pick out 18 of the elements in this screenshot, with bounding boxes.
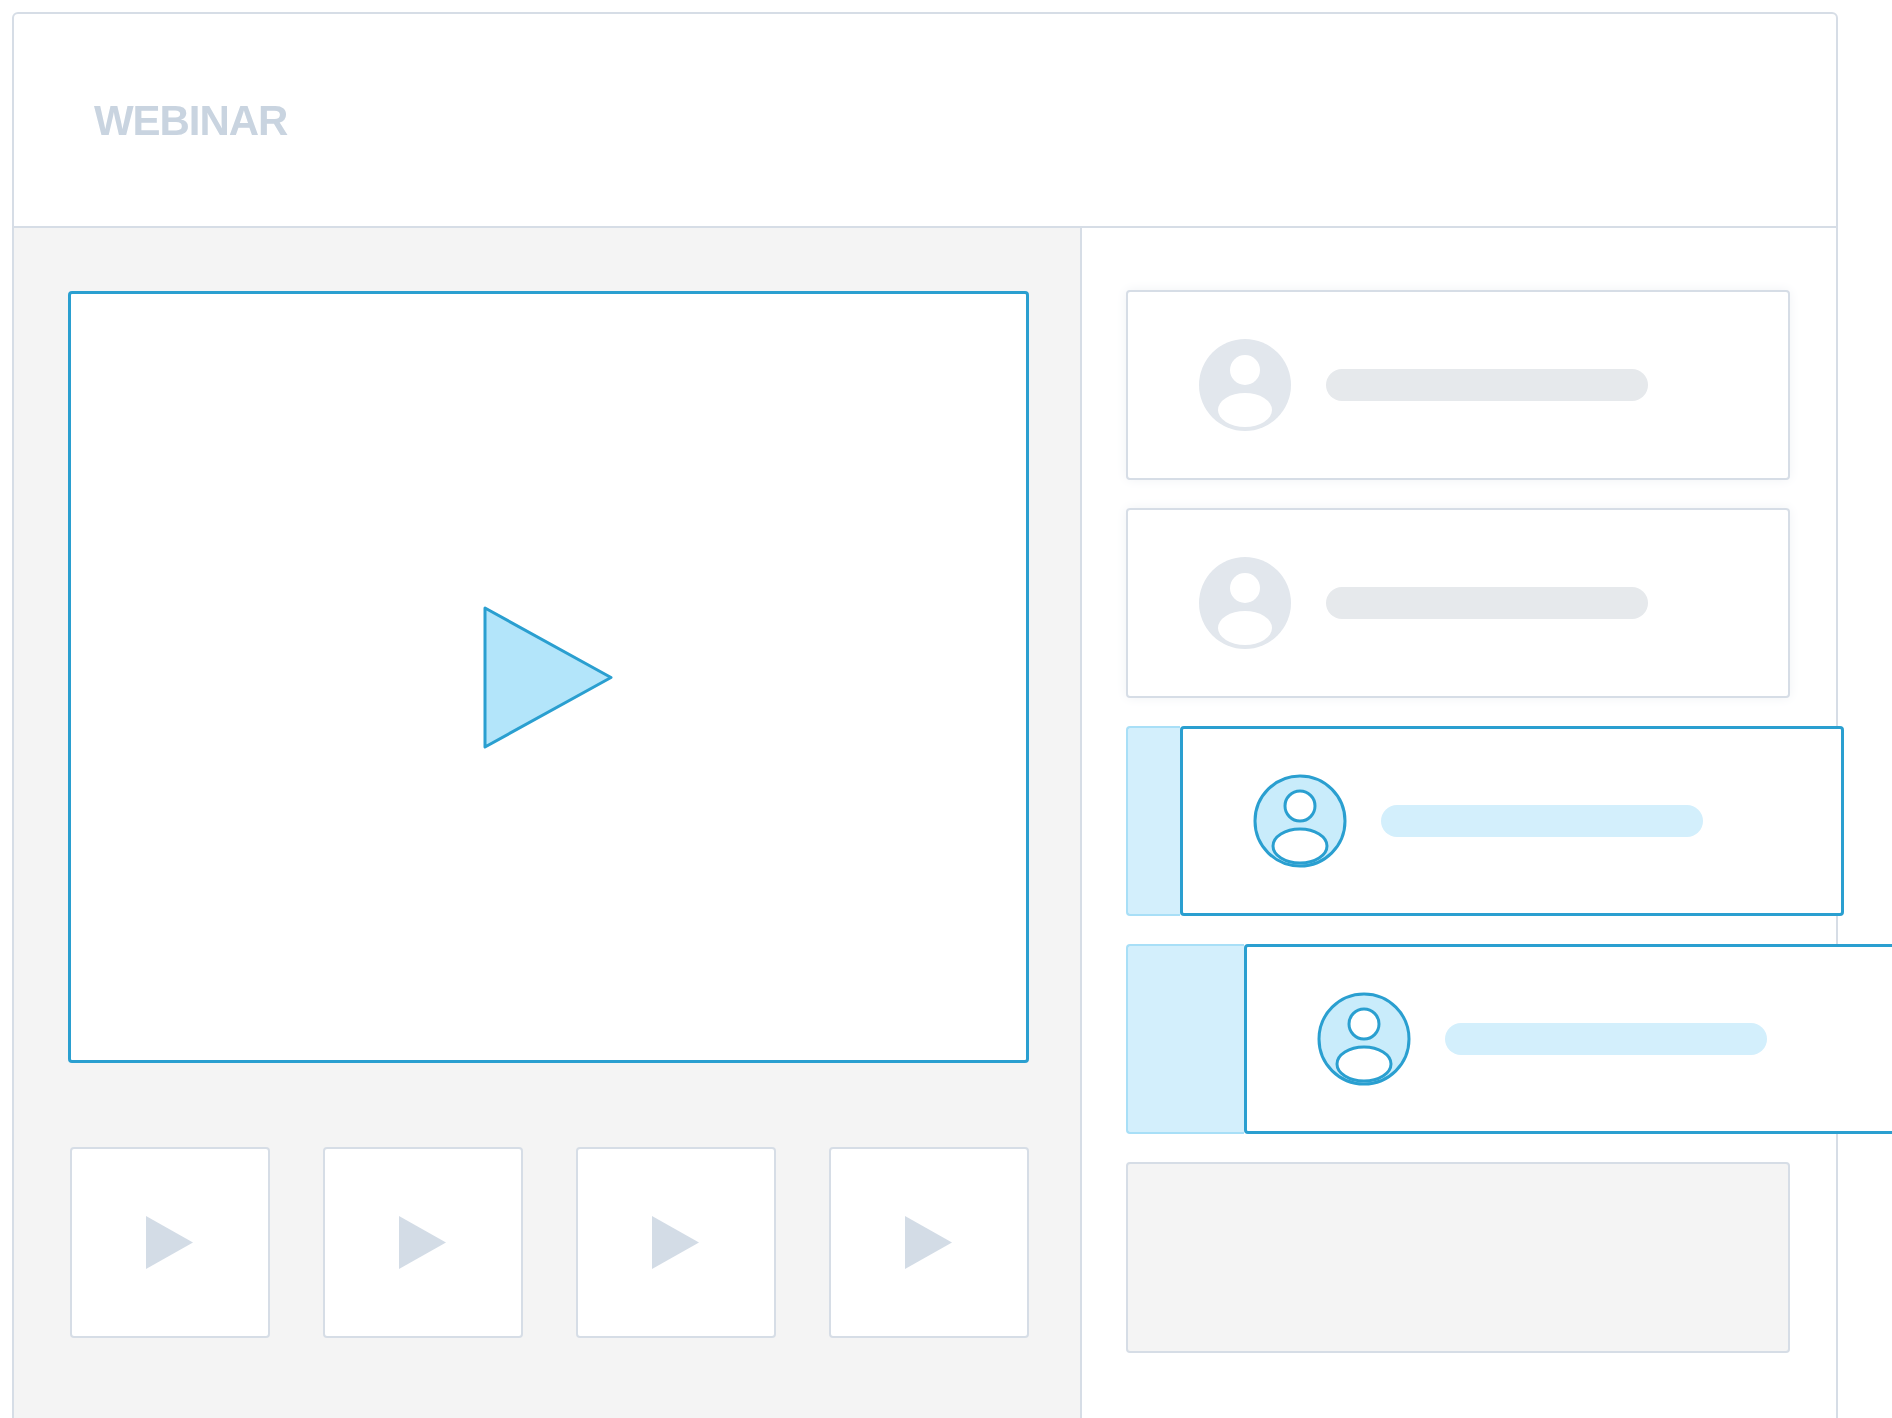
participant-card[interactable]: [1180, 726, 1844, 916]
user-avatar-icon: [1317, 992, 1411, 1086]
user-avatar-icon: [1198, 338, 1292, 432]
user-avatar-icon: [1253, 774, 1347, 868]
video-player[interactable]: [68, 291, 1029, 1063]
play-icon: [903, 1214, 955, 1271]
play-icon: [144, 1214, 196, 1271]
video-thumbnail[interactable]: [576, 1147, 776, 1338]
participant-card[interactable]: [1244, 944, 1892, 1134]
drag-handle[interactable]: [1126, 944, 1244, 1134]
video-thumbnail[interactable]: [829, 1147, 1029, 1338]
video-thumbnail[interactable]: [70, 1147, 270, 1338]
user-avatar-icon: [1198, 556, 1292, 650]
play-icon: [650, 1214, 702, 1271]
drag-handle[interactable]: [1126, 726, 1180, 916]
video-thumbnail[interactable]: [323, 1147, 523, 1338]
play-icon: [397, 1214, 449, 1271]
play-icon[interactable]: [483, 605, 614, 749]
